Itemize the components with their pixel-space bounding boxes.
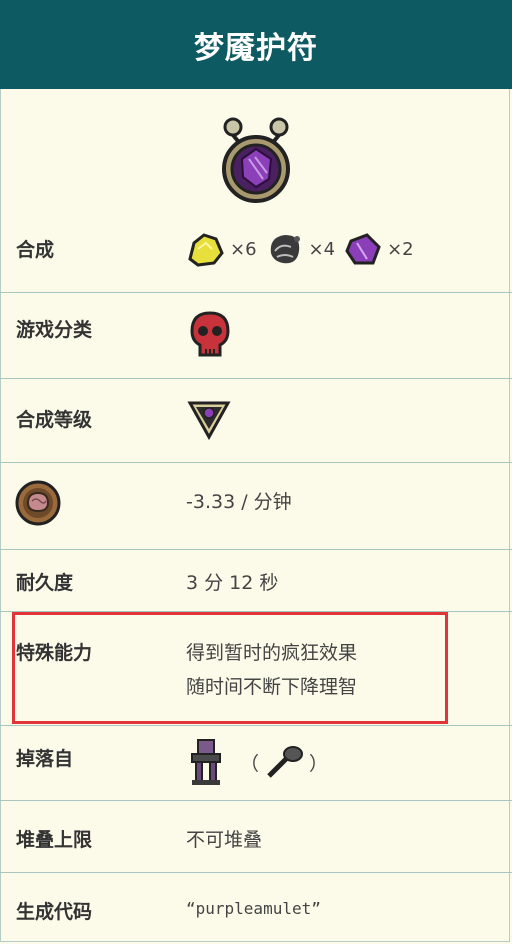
shadow-manipulator-icon[interactable] bbox=[186, 397, 232, 443]
row-stack: 堆叠上限 不可堆叠 bbox=[0, 801, 512, 873]
row-category: 游戏分类 bbox=[0, 293, 512, 379]
nightmare-amulet-icon bbox=[222, 117, 290, 203]
gem-count: ×2 bbox=[387, 238, 414, 260]
hammer-icon[interactable] bbox=[263, 742, 307, 782]
row-tier: 合成等级 bbox=[0, 379, 512, 463]
red-skull-icon[interactable] bbox=[186, 309, 234, 361]
item-image bbox=[0, 89, 512, 207]
recipe-ingredients: ×6 ×4 ×2 bbox=[184, 229, 420, 269]
drop-label: 掉落自 bbox=[16, 748, 74, 770]
durability-value: 3 分 12 秒 bbox=[186, 572, 279, 594]
tier-label: 合成等级 bbox=[16, 409, 93, 431]
nightmare-fuel-icon[interactable] bbox=[263, 229, 307, 269]
purple-gem-icon[interactable] bbox=[341, 229, 385, 269]
durability-label: 耐久度 bbox=[16, 572, 74, 594]
drop-sources: （ ） bbox=[186, 736, 328, 788]
drop-paren-close: ） bbox=[309, 752, 329, 775]
gold-count: ×6 bbox=[230, 238, 257, 260]
drop-paren-open: （ bbox=[240, 752, 260, 775]
row-recipe: 合成 ×6 ×4 ×2 bbox=[0, 207, 512, 293]
code-value[interactable]: “purpleamulet” bbox=[186, 899, 321, 918]
stack-value: 不可堆叠 bbox=[186, 829, 263, 851]
page-title: 梦魇护符 bbox=[0, 0, 512, 89]
gold-nugget-icon[interactable] bbox=[184, 229, 228, 269]
row-drop: 掉落自 （ ） bbox=[0, 726, 512, 801]
category-label: 游戏分类 bbox=[16, 319, 93, 341]
sanity-brain-icon bbox=[15, 480, 61, 526]
pedestal-icon[interactable] bbox=[186, 736, 226, 788]
row-sanity: -3.33 / 分钟 bbox=[0, 463, 512, 550]
stack-label: 堆叠上限 bbox=[16, 829, 93, 851]
row-durability: 耐久度 3 分 12 秒 bbox=[0, 550, 512, 612]
row-code: 生成代码 “purpleamulet” bbox=[0, 873, 512, 942]
fuel-count: ×4 bbox=[308, 238, 336, 260]
code-label: 生成代码 bbox=[16, 901, 93, 923]
recipe-label: 合成 bbox=[16, 239, 55, 261]
highlight-box bbox=[12, 612, 448, 724]
sanity-value: -3.33 / 分钟 bbox=[186, 491, 292, 513]
